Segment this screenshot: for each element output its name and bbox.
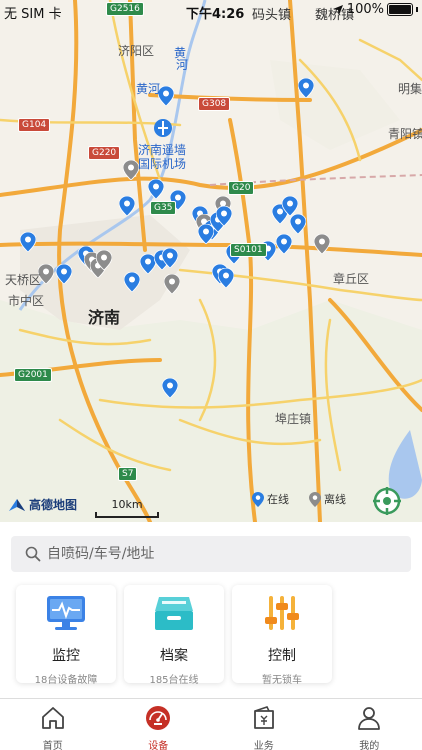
tab-home[interactable]: 首页 [0, 699, 106, 750]
status-bar: 无 SIM 卡 下午4:26 100% [0, 0, 422, 22]
user-icon [358, 707, 381, 730]
map-label: 天桥区 [5, 273, 42, 287]
map-label: 章丘区 [333, 272, 370, 286]
legend-online-label: 在线 [267, 493, 289, 506]
clock: 下午4:26 [186, 7, 245, 22]
device-marker-online[interactable] [158, 86, 174, 106]
device-marker-online[interactable] [298, 78, 314, 98]
tab-business-label: 业务 [253, 741, 274, 750]
control-sliders-icon [265, 596, 299, 630]
card-control-subtitle: 暂无锁车 [262, 675, 302, 686]
tab-mine[interactable]: 我的 [317, 699, 422, 750]
search-bar[interactable] [11, 536, 411, 572]
road-tag: G35 [150, 201, 177, 215]
card-monitor[interactable]: 监控 18台设备故障 [16, 585, 116, 686]
map-label: 济阳区 [118, 44, 155, 58]
map-label: 河 [176, 58, 189, 72]
device-marker-offline[interactable] [314, 234, 330, 254]
card-monitor-subtitle: 18台设备故障 [34, 675, 98, 686]
archive-icon [155, 597, 193, 630]
road-tag: G20 [228, 181, 255, 195]
map-scale: 10km [95, 498, 159, 518]
tab-bar: 首页 设备 业务 我的 [0, 698, 422, 750]
locate-crosshair-icon [373, 487, 401, 515]
amap-logo-text: 高德地图 [29, 498, 78, 512]
home-icon [41, 707, 64, 729]
feature-cards: 监控 18台设备故障 档案 185台在线 控制 暂无锁车 [16, 585, 332, 686]
device-marker-online[interactable] [119, 196, 135, 216]
map-scale-bar [95, 512, 159, 518]
legend-offline: 离线 [309, 491, 346, 507]
card-archive-title: 档案 [160, 648, 188, 664]
locate-button[interactable] [372, 486, 402, 516]
map-label: 青阳镇 [388, 127, 422, 141]
card-archive[interactable]: 档案 185台在线 [124, 585, 224, 686]
amap-logo-icon [9, 498, 25, 511]
tab-business[interactable]: 业务 [211, 699, 317, 750]
map-label: 明集 [398, 82, 422, 96]
online-marker-icon [252, 491, 264, 507]
device-marker-online[interactable] [162, 378, 178, 398]
road-tag: S7 [118, 467, 138, 481]
device-marker-online[interactable] [218, 268, 234, 288]
map-base-layer [0, 0, 422, 522]
road-tag: G308 [198, 97, 231, 111]
tab-device-label: 设备 [148, 741, 169, 750]
map-legend: 在线 离线 [252, 491, 346, 507]
device-marker-online[interactable] [276, 234, 292, 254]
card-archive-subtitle: 185台在线 [149, 675, 199, 686]
device-marker-online[interactable] [290, 214, 306, 234]
carrier-label: 无 SIM 卡 [4, 7, 62, 22]
location-arrow-icon [332, 4, 343, 15]
legend-online: 在线 [252, 491, 289, 507]
device-marker-online[interactable] [198, 224, 214, 244]
tab-mine-label: 我的 [359, 741, 380, 750]
device-marker-online[interactable] [56, 264, 72, 284]
app-root: 济阳区 黄河 济南遥墙国际机场 码头镇 魏桥镇 明集 青阳镇 天桥区 市中区 济… [0, 0, 422, 750]
amap-logo: 高德地图 [8, 496, 77, 513]
card-control[interactable]: 控制 暂无锁车 [232, 585, 332, 686]
status-right: 100% [332, 2, 418, 17]
offline-marker-icon [309, 491, 321, 507]
device-marker-offline[interactable] [164, 274, 180, 294]
map-label-city: 济南 [88, 308, 121, 327]
device-marker-online[interactable] [216, 206, 232, 226]
battery-cap [416, 7, 418, 12]
map-label: 埠庄镇 [275, 412, 312, 426]
road-tag: G220 [88, 146, 121, 160]
card-control-title: 控制 [268, 648, 296, 664]
road-tag: G104 [18, 118, 51, 132]
business-wallet-icon [253, 706, 274, 729]
map-label: 市中区 [8, 294, 45, 308]
map-view[interactable]: 济阳区 黄河 济南遥墙国际机场 码头镇 魏桥镇 明集 青阳镇 天桥区 市中区 济… [0, 0, 422, 522]
map-label: 黄河 [136, 82, 161, 96]
tab-device[interactable]: 设备 [106, 699, 212, 750]
device-marker-online[interactable] [282, 196, 298, 216]
device-marker-offline[interactable] [123, 160, 139, 180]
battery-percent: 100% [346, 2, 384, 17]
map-scale-label: 10km [111, 498, 143, 511]
map-label-airport: 济南遥墙国际机场 [138, 143, 187, 171]
card-monitor-title: 监控 [52, 648, 80, 664]
road-tag: S0101 [230, 243, 267, 257]
device-marker-online[interactable] [124, 272, 140, 292]
device-marker-offline[interactable] [96, 250, 112, 270]
search-input[interactable] [47, 546, 387, 562]
device-marker-online[interactable] [162, 248, 178, 268]
monitor-icon [47, 596, 85, 630]
tab-home-label: 首页 [42, 741, 63, 750]
legend-offline-label: 离线 [324, 493, 346, 506]
battery-icon [387, 3, 413, 16]
device-dashboard-icon [146, 706, 171, 730]
device-marker-online[interactable] [148, 179, 164, 199]
device-marker-online[interactable] [20, 232, 36, 252]
search-icon [25, 546, 41, 562]
road-tag: G2001 [14, 368, 52, 382]
